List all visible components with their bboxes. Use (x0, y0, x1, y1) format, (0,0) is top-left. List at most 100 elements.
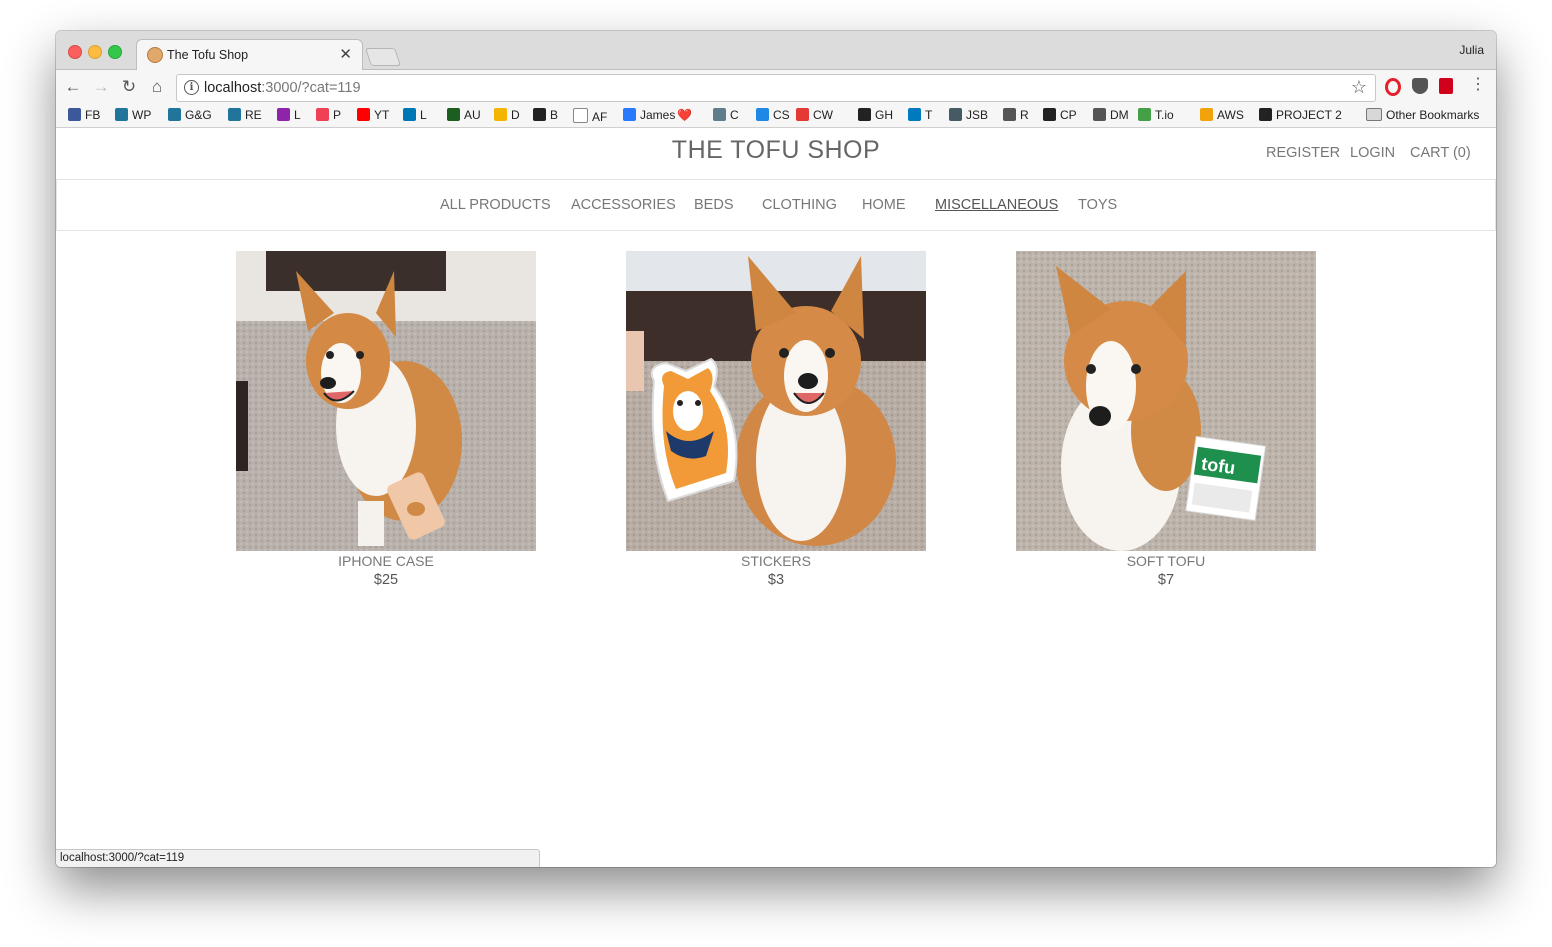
category-clothing[interactable]: CLOTHING (762, 197, 837, 213)
bookmark-label: G&G (185, 108, 212, 122)
product-name[interactable]: IPHONE CASE (236, 553, 536, 569)
bookmark-item[interactable]: D (494, 108, 520, 124)
profile-name[interactable]: Julia (1459, 43, 1484, 57)
bookmark-item[interactable]: DM (1093, 108, 1129, 124)
category-all-products[interactable]: ALL PRODUCTS (440, 197, 551, 213)
code-icon (1093, 108, 1106, 121)
browser-tab[interactable]: The Tofu Shop ✕ (136, 39, 363, 71)
bookmark-item[interactable]: RE (228, 108, 262, 124)
bookmark-label: CS (773, 108, 790, 122)
new-tab-button[interactable] (365, 48, 401, 66)
bookmark-label: WP (132, 108, 152, 122)
bookmark-item[interactable]: P (316, 108, 341, 124)
bookmarks-bar: Other Bookmarks FB WP G&G RE L P YT L AU D B AF Jame… (56, 104, 1496, 128)
category-miscellaneous[interactable]: MISCELLANEOUS (935, 197, 1058, 213)
codepen-icon (1043, 108, 1056, 121)
bookmark-item[interactable]: L (403, 108, 427, 124)
l-icon (277, 108, 290, 121)
linkedin-icon (403, 108, 416, 121)
product-name[interactable]: STICKERS (626, 553, 926, 569)
bookmark-item[interactable]: JSB (949, 108, 988, 124)
category-toys[interactable]: TOYS (1078, 197, 1117, 213)
close-window-button[interactable] (68, 45, 82, 59)
product-image[interactable]: tofu (1016, 251, 1316, 551)
github-icon (1259, 108, 1272, 121)
address-bar[interactable]: i localhost:3000/?cat=119 ☆ (176, 74, 1376, 102)
bookmark-item[interactable]: PROJECT 2 (1259, 108, 1342, 124)
product-price: $25 (373, 572, 399, 588)
forward-arrow-icon[interactable]: → (90, 76, 112, 98)
lastpass-extension-icon[interactable] (1439, 78, 1453, 94)
pocket-extension-icon[interactable] (1412, 78, 1428, 94)
opera-extension-icon[interactable] (1385, 78, 1401, 96)
bookmark-label: GH (875, 108, 893, 122)
b-icon (533, 108, 546, 121)
u-icon (623, 108, 636, 121)
cart-link[interactable]: CART (0) (1410, 145, 1471, 161)
bookmark-item[interactable]: James ❤️ (623, 108, 692, 124)
bookmark-item[interactable]: CP (1043, 108, 1077, 124)
aws-icon (1200, 108, 1213, 121)
corgi-photo-stickers (626, 251, 926, 551)
product-name[interactable]: SOFT TOFU (1016, 553, 1316, 569)
c-icon (713, 108, 726, 121)
category-home[interactable]: HOME (862, 197, 906, 213)
bookmark-label: PROJECT 2 (1276, 108, 1342, 122)
category-accessories[interactable]: ACCESSORIES (571, 197, 676, 213)
bookmark-item[interactable]: R (1003, 108, 1029, 124)
zoom-window-button[interactable] (108, 45, 122, 59)
tab-title: The Tofu Shop (167, 48, 249, 62)
wordpress-icon (228, 108, 241, 121)
product-card[interactable]: STICKERS $3 (626, 251, 926, 588)
back-arrow-icon[interactable]: ← (62, 76, 84, 98)
bookmark-item[interactable]: AU (447, 108, 481, 124)
bookmark-item[interactable]: T.io (1138, 108, 1174, 124)
au-icon (447, 108, 460, 121)
url-host: localhost (204, 80, 262, 96)
trello-icon (908, 108, 921, 121)
menu-icon[interactable]: ⋮ (1470, 74, 1486, 93)
bookmark-item[interactable]: YT (357, 108, 389, 124)
bookmark-label: RE (245, 108, 262, 122)
bookmark-item[interactable]: C (713, 108, 739, 124)
home-icon[interactable]: ⌂ (146, 76, 168, 98)
login-link[interactable]: LOGIN (1350, 145, 1395, 161)
product-image[interactable] (236, 251, 536, 551)
bookmark-label: T.io (1155, 108, 1174, 122)
bookmark-star-icon[interactable]: ☆ (1351, 77, 1367, 98)
bookmark-item[interactable]: CS (756, 108, 790, 124)
bookmark-item[interactable]: L (277, 108, 301, 124)
bookmark-item[interactable]: WP (115, 108, 151, 124)
url-path: :3000/?cat=119 (261, 80, 361, 96)
facebook-icon (68, 108, 81, 121)
minimize-window-button[interactable] (88, 45, 102, 59)
info-icon[interactable]: i (184, 80, 199, 95)
corgi-favicon-icon (147, 47, 163, 63)
folder-icon (1366, 108, 1382, 121)
bookmark-item[interactable]: AF (573, 108, 607, 124)
bookmark-item[interactable]: FB (68, 108, 100, 124)
bookmark-label: B (550, 108, 559, 122)
shop-page: THE TOFU SHOP REGISTER LOGIN CART (0) AL… (56, 128, 1496, 867)
category-beds[interactable]: BEDS (694, 197, 734, 213)
drive-icon (494, 108, 507, 121)
bookmark-item[interactable]: CW (796, 108, 833, 124)
bookmark-label: D (511, 108, 520, 122)
bookmark-label: L (420, 108, 427, 122)
reload-icon[interactable]: ↻ (118, 76, 140, 98)
close-icon[interactable]: ✕ (339, 45, 352, 63)
bookmark-item[interactable]: G&G (168, 108, 212, 124)
bookmark-label: T (925, 108, 933, 122)
bookmark-label: FB (85, 108, 101, 122)
product-card[interactable]: tofu SOFT TOFU $7 (1016, 251, 1316, 588)
product-image[interactable] (626, 251, 926, 551)
bookmark-item[interactable]: B (533, 108, 558, 124)
bookmark-item[interactable]: T (908, 108, 932, 124)
other-bookmarks[interactable]: Other Bookmarks (1366, 108, 1479, 124)
register-link[interactable]: REGISTER (1266, 145, 1340, 161)
bookmark-item[interactable]: GH (858, 108, 893, 124)
browser-toolbar: ← → ↻ ⌂ i localhost:3000/?cat=119 ☆ ⋮ (56, 70, 1496, 104)
product-card[interactable]: IPHONE CASE $25 (236, 251, 536, 588)
bookmark-item[interactable]: AWS (1200, 108, 1244, 124)
file-icon (573, 108, 588, 123)
